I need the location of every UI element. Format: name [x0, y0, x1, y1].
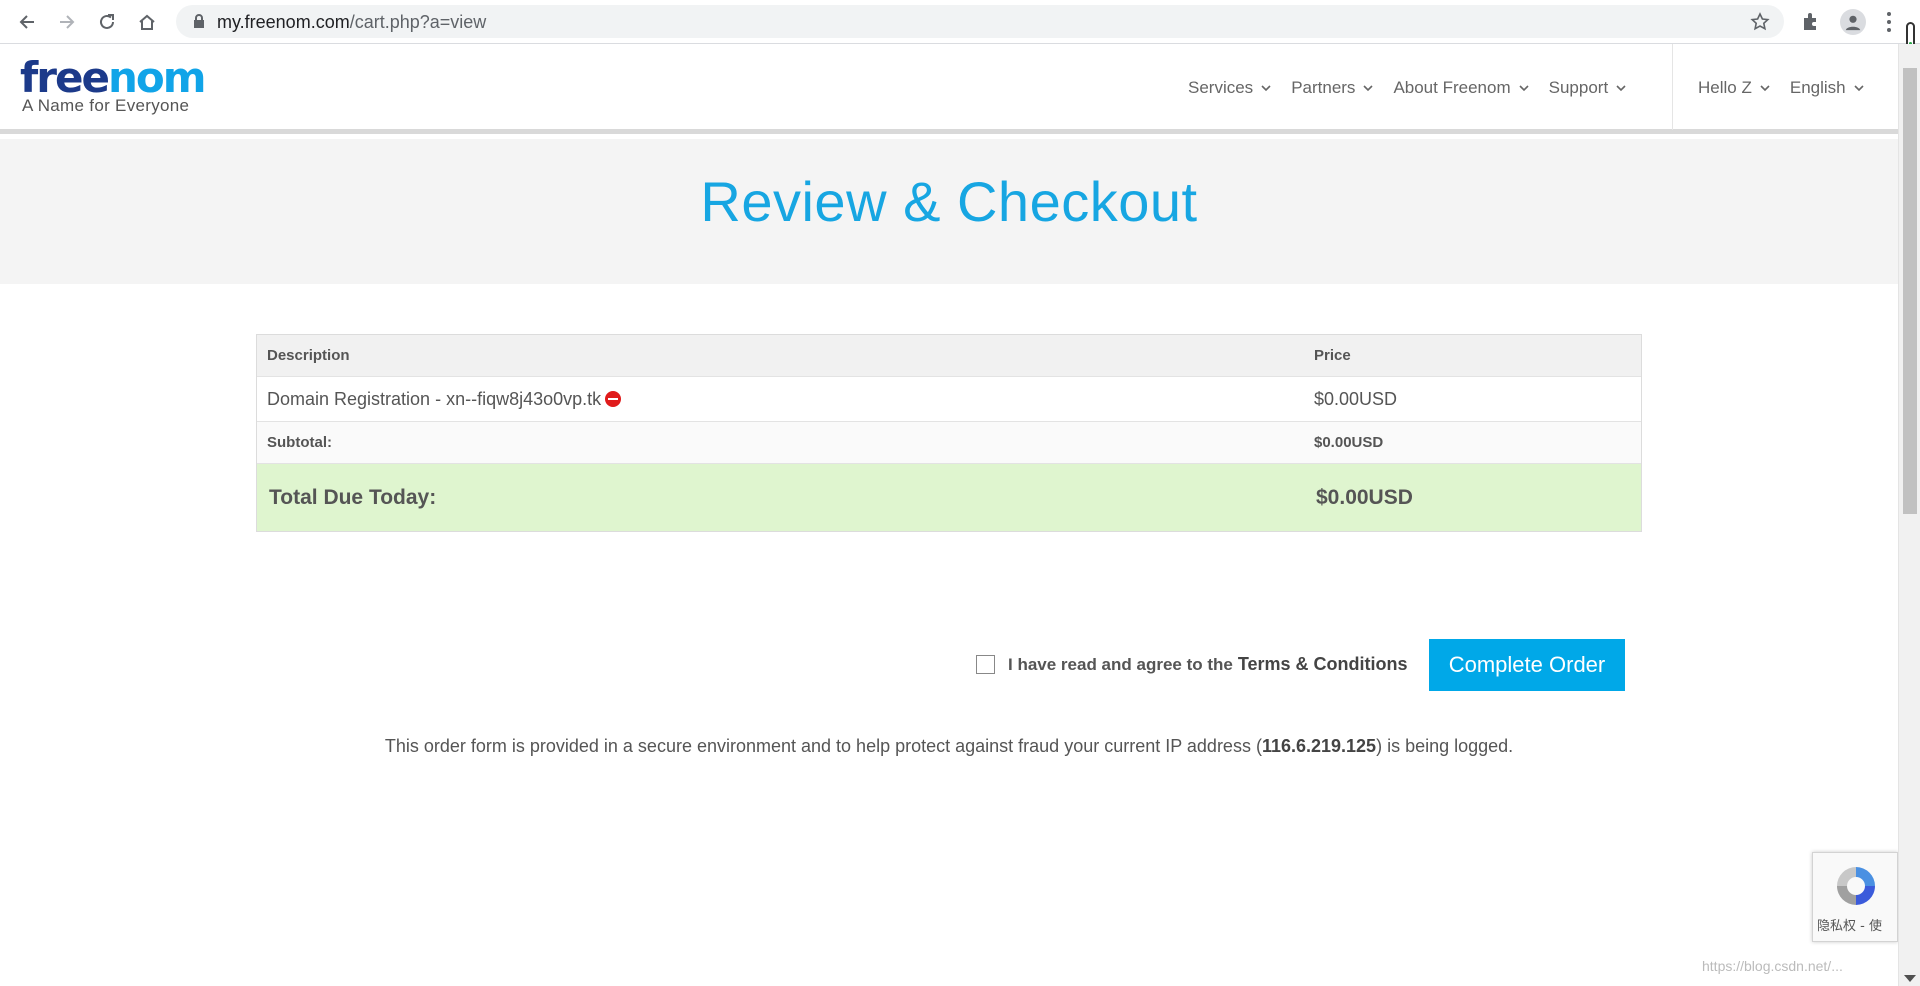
nav-about[interactable]: About Freenom	[1393, 78, 1529, 98]
chevron-down-icon	[1261, 85, 1271, 92]
ip-address: 116.6.219.125	[1261, 736, 1377, 756]
secure-note: This order form is provided in a secure …	[0, 736, 1898, 757]
menu-kebab-icon[interactable]	[1884, 10, 1894, 34]
address-bar[interactable]: my.freenom.com/cart.php?a=view	[176, 5, 1784, 38]
complete-order-button[interactable]: Complete Order	[1429, 639, 1625, 691]
description-header: Description	[267, 347, 350, 364]
nav-partners-label: Partners	[1291, 78, 1356, 97]
language-label: English	[1789, 78, 1846, 97]
nav-partners[interactable]: Partners	[1291, 78, 1374, 98]
terms-text: I have read and agree to the	[1008, 654, 1233, 674]
nav-support[interactable]: Support	[1549, 78, 1627, 98]
remove-item-icon[interactable]	[605, 390, 622, 407]
page-content: freenom A Name for Everyone Services Par…	[0, 44, 1898, 986]
vertical-scrollbar[interactable]	[1898, 44, 1920, 986]
person-icon	[1845, 15, 1861, 31]
user-nav: Hello Z English	[1698, 78, 1864, 98]
nav-support-label: Support	[1548, 78, 1609, 97]
nav-about-label: About Freenom	[1393, 78, 1511, 97]
recaptcha-privacy-link[interactable]: 隐私权 - 使	[1817, 915, 1882, 934]
item-price: $0.00USD	[1314, 388, 1398, 409]
terms-agreement: I have read and agree to the Terms & Con…	[976, 654, 1408, 675]
secure-note-after: ) is being logged.	[1376, 736, 1514, 756]
lock-icon	[194, 14, 204, 28]
back-icon[interactable]	[14, 9, 40, 35]
url-text: my.freenom.com/cart.php?a=view	[217, 12, 487, 32]
cart-header-row: Description Price	[257, 335, 1641, 377]
chevron-down-icon	[1363, 85, 1374, 92]
secure-note-before: This order form is provided in a secure …	[384, 736, 1262, 756]
table-row: Domain Registration - xn--fiqw8j43o0vp.t…	[257, 377, 1641, 422]
nav-divider	[1672, 44, 1673, 130]
recaptcha-icon	[1837, 867, 1875, 905]
price-header: Price	[1314, 347, 1351, 364]
terms-checkbox[interactable]	[976, 655, 995, 674]
subtotal-value: $0.00USD	[1314, 434, 1384, 451]
title-band: Review & Checkout	[0, 139, 1898, 284]
bookmark-star-icon[interactable]	[1750, 12, 1770, 32]
item-description-cell: Domain Registration - xn--fiqw8j43o0vp.t…	[257, 389, 1314, 410]
reload-icon[interactable]	[94, 9, 120, 35]
total-value: $0.00USD	[1316, 485, 1413, 509]
nav-services[interactable]: Services	[1188, 78, 1271, 98]
language-menu[interactable]: English	[1790, 78, 1864, 98]
home-icon[interactable]	[134, 9, 160, 35]
chevron-down-icon	[1519, 85, 1529, 92]
freenom-logo[interactable]: freenom A Name for Everyone	[20, 53, 206, 116]
recaptcha-badge[interactable]: 隐私权 - 使	[1812, 852, 1898, 942]
subtotal-row: Subtotal: $0.00USD	[257, 422, 1641, 464]
logo-wordmark: freenom	[20, 53, 206, 102]
nav-services-label: Services	[1188, 78, 1254, 97]
total-label: Total Due Today:	[269, 485, 437, 509]
watermark: https://blog.csdn.net/...	[1702, 958, 1843, 974]
item-description: Domain Registration - xn--fiqw8j43o0vp.t…	[267, 388, 602, 409]
main-nav: Services Partners About Freenom Support	[1188, 78, 1626, 98]
site-header: freenom A Name for Everyone Services Par…	[0, 44, 1898, 134]
cart-table: Description Price Domain Registration - …	[256, 334, 1642, 532]
user-menu[interactable]: Hello Z	[1698, 78, 1770, 98]
forward-icon[interactable]	[54, 9, 80, 35]
logo-tagline: A Name for Everyone	[22, 96, 190, 115]
chevron-down-icon	[1760, 85, 1770, 92]
scrollbar-thumb[interactable]	[1903, 68, 1917, 514]
page-title: Review & Checkout	[700, 170, 1198, 233]
browser-toolbar: my.freenom.com/cart.php?a=view	[0, 0, 1920, 44]
profile-avatar[interactable]	[1840, 9, 1866, 35]
scroll-down-icon[interactable]	[1904, 975, 1916, 982]
extensions-icon[interactable]	[1800, 10, 1822, 32]
subtotal-label: Subtotal:	[267, 434, 332, 451]
user-greeting: Hello Z	[1698, 78, 1752, 97]
chevron-down-icon	[1616, 85, 1626, 92]
terms-link[interactable]: Terms & Conditions	[1238, 654, 1408, 675]
chevron-down-icon	[1854, 85, 1864, 92]
total-row: Total Due Today: $0.00USD	[257, 464, 1641, 531]
